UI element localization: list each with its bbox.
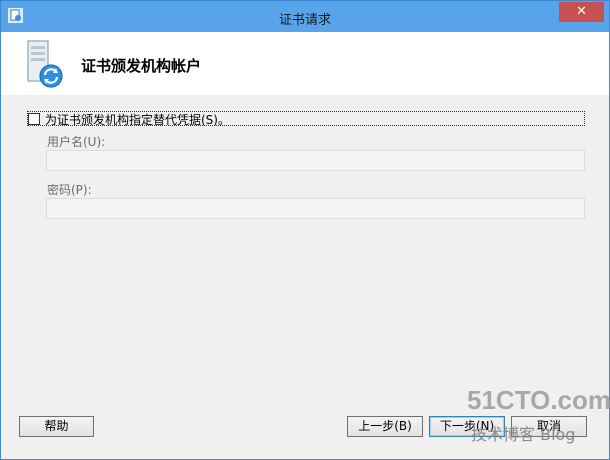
cancel-button[interactable]: 取消 [511, 416, 587, 437]
password-field[interactable] [46, 198, 585, 219]
certificate-request-window: 证书请求 ✕ 证书颁发机构帐户 为证书颁发机构指定替代凭据(S)。 用户名(U)… [0, 0, 610, 460]
server-certificate-icon [16, 38, 68, 90]
watermark-site: 51CTO.com [467, 385, 610, 415]
alt-credentials-option[interactable]: 为证书颁发机构指定替代凭据(S)。 [27, 111, 585, 128]
alt-credentials-checkbox[interactable] [28, 113, 40, 125]
username-field[interactable] [46, 150, 585, 171]
page-header: 证书颁发机构帐户 [1, 32, 609, 95]
back-button[interactable]: 上一步(B) [347, 416, 423, 437]
close-button[interactable]: ✕ [559, 2, 604, 22]
window-title: 证书请求 [278, 13, 331, 28]
password-label: 密码(P): [47, 183, 92, 197]
help-button[interactable]: 帮助 [19, 416, 94, 437]
alt-credentials-label[interactable]: 为证书颁发机构指定替代凭据(S)。 [45, 111, 230, 128]
next-button[interactable]: 下一步(N) [429, 416, 505, 437]
title-bar[interactable]: 证书请求 ✕ [1, 1, 609, 32]
page-title: 证书颁发机构帐户 [81, 57, 202, 75]
username-label: 用户名(U): [47, 135, 106, 149]
